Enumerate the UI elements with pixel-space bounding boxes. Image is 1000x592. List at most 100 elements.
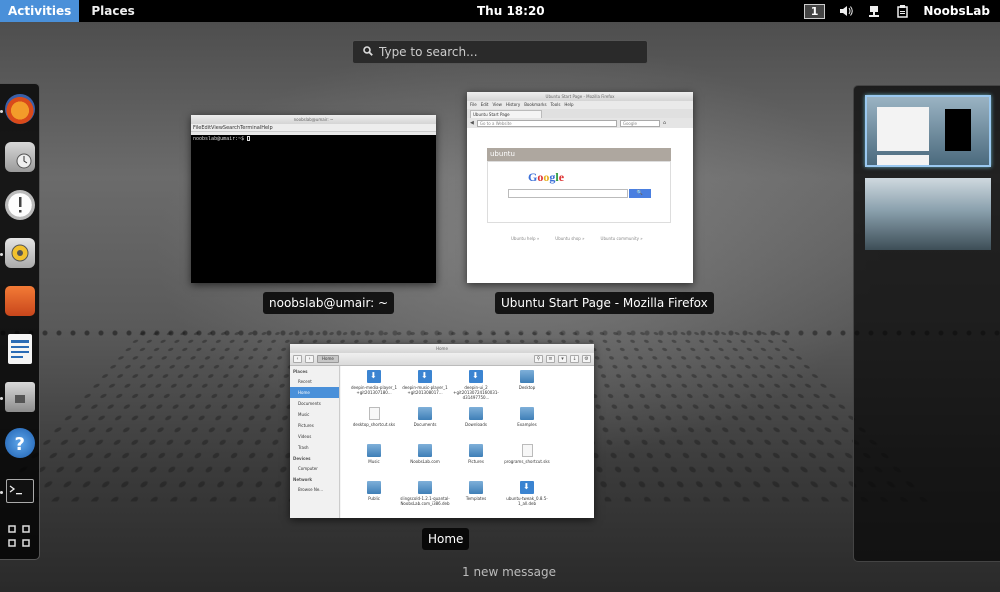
link-community[interactable]: Ubuntu community »	[601, 236, 643, 241]
file-item[interactable]: deepin-music-player_1 +git201308017...	[400, 370, 450, 395]
file-item[interactable]: Templates	[451, 481, 501, 501]
google-search-button[interactable]: 🔍	[629, 189, 651, 198]
terminal-menubar[interactable]: FileEditViewSearchTerminalHelp	[191, 124, 436, 132]
home-icon[interactable]: ⌂	[663, 120, 666, 126]
sidebar-item-videos[interactable]: Videos	[290, 431, 339, 442]
file-label: ubuntu-tweak_0.8.5-1_all.deb	[506, 496, 548, 506]
sidebar-item-computer[interactable]: Computer	[290, 463, 339, 474]
file-item[interactable]: Music	[349, 444, 399, 464]
menu-history[interactable]: History	[506, 101, 520, 109]
file-label: desktop_shortcut.sks	[352, 422, 396, 427]
writer-icon[interactable]	[8, 334, 32, 364]
back-button[interactable]: ‹	[293, 355, 302, 363]
svg-text:?: ?	[15, 434, 25, 455]
firefox-window[interactable]: Ubuntu Start Page - Mozilla Firefox File…	[467, 92, 693, 283]
breadcrumb[interactable]: Home	[317, 355, 339, 363]
folder-icon	[469, 481, 483, 494]
clock[interactable]: Thu 18:20	[477, 4, 545, 18]
audio-player-icon[interactable]	[5, 238, 35, 268]
running-indicator	[0, 491, 3, 494]
sort-icon[interactable]: ▾	[558, 355, 567, 363]
places-menu[interactable]: Places	[91, 4, 134, 18]
terminal-caption[interactable]: noobslab@umair: ~	[263, 292, 395, 314]
menu-edit[interactable]: Edit	[481, 101, 489, 109]
file-item[interactable]: Downloads	[451, 407, 501, 427]
forward-button[interactable]: ›	[305, 355, 314, 363]
dash: ?	[0, 83, 40, 560]
file-item[interactable]: Documents	[400, 407, 450, 427]
file-item[interactable]: programs_shortcut.sks	[502, 444, 552, 464]
file-label: Music	[368, 459, 380, 464]
file-item[interactable]: Public	[349, 481, 399, 501]
back-icon[interactable]: ◀	[470, 120, 474, 126]
firefox-page: ubuntu Google 🔍 Ubuntu help » Ubuntu sho…	[467, 128, 693, 283]
file-item[interactable]: deepin-ui_2 +git20130724160031-d31497750…	[451, 370, 501, 400]
file-item[interactable]: ubuntu-tweak_0.8.5-1_all.deb	[502, 481, 552, 506]
file-item[interactable]: desktop_shortcut.sks	[349, 407, 399, 427]
firefox-icon[interactable]	[5, 94, 35, 124]
file-label: Downloads	[465, 422, 487, 427]
file-label: Pictures	[468, 459, 484, 464]
menu-bookmarks[interactable]: Bookmarks	[524, 101, 546, 109]
terminal-body[interactable]: noobslab@umair:~$	[191, 135, 436, 283]
file-item[interactable]: NoobsLab.com	[400, 444, 450, 464]
file-item[interactable]: Desktop	[502, 370, 552, 390]
file-item[interactable]: deepin-media-player_1 +git201307180...	[349, 370, 399, 395]
view-toggle-icon[interactable]: ≡	[546, 355, 555, 363]
google-input[interactable]	[508, 189, 628, 198]
firefox-caption[interactable]: Ubuntu Start Page - Mozilla Firefox	[495, 292, 714, 314]
file-item[interactable]: Pictures	[451, 444, 501, 464]
sidebar-heading: Places	[293, 369, 308, 374]
link-shop[interactable]: Ubuntu shop »	[555, 236, 584, 241]
menu-help[interactable]: Help	[564, 101, 573, 109]
url-bar[interactable]: Go to a Website	[476, 119, 617, 127]
sidebar-item-home[interactable]: Home	[290, 387, 339, 398]
search-icon[interactable]: ⚲	[534, 355, 543, 363]
sidebar-item-music[interactable]: Music	[290, 409, 339, 420]
search-input[interactable]	[379, 45, 629, 59]
show-apps-icon[interactable]	[5, 522, 35, 552]
files-window[interactable]: Home ‹ › Home ⚲ ≡ ▾ ↓ ⚙ Places Recent Ho…	[290, 344, 594, 518]
ubuntu-links: Ubuntu help » Ubuntu shop » Ubuntu commu…	[511, 236, 643, 241]
mail-icon[interactable]	[5, 142, 35, 172]
search-box[interactable]	[352, 40, 648, 64]
volume-icon[interactable]	[839, 4, 854, 18]
terminal-icon[interactable]	[6, 479, 34, 503]
network-icon[interactable]	[867, 4, 881, 18]
menu-tools[interactable]: Tools	[551, 101, 561, 109]
web-search-field[interactable]: Google	[619, 119, 660, 127]
clipboard-icon[interactable]	[895, 4, 909, 18]
files-grid: deepin-media-player_1 +git201307180... de…	[341, 366, 594, 518]
activities-button[interactable]: Activities	[0, 0, 80, 22]
link-help[interactable]: Ubuntu help »	[511, 236, 539, 241]
gear-icon[interactable]: ⚙	[582, 355, 591, 363]
file-item[interactable]: slingscold-1.2.1-quantal-NoobsLab.com_i3…	[400, 481, 450, 506]
files-icon[interactable]	[5, 382, 35, 412]
sidebar-item-browse-network[interactable]: Browse Ne...	[290, 484, 339, 495]
search-icon	[363, 45, 373, 59]
user-menu[interactable]: NoobsLab	[923, 4, 990, 18]
running-indicator	[0, 253, 3, 256]
chat-icon[interactable]	[5, 190, 35, 220]
sidebar-item-pictures[interactable]: Pictures	[290, 420, 339, 431]
sidebar-item-recent[interactable]: Recent	[290, 376, 339, 387]
terminal-cursor	[247, 136, 251, 141]
terminal-window[interactable]: noobslab@umair: ~ FileEditViewSearchTerm…	[191, 115, 436, 283]
folder-icon	[520, 407, 534, 420]
workspace-thumbnail-2[interactable]	[865, 178, 991, 250]
workspace-thumbnail-1[interactable]	[865, 95, 991, 167]
download-icon[interactable]: ↓	[570, 355, 579, 363]
photo-icon[interactable]	[5, 286, 35, 316]
document-icon	[368, 407, 380, 420]
sidebar-item-trash[interactable]: Trash	[290, 442, 339, 453]
menu-view[interactable]: View	[492, 101, 502, 109]
system-tray: 1 NoobsLab	[803, 0, 1000, 22]
files-caption[interactable]: Home	[422, 528, 470, 550]
workspace-indicator[interactable]: 1	[803, 3, 826, 19]
menu-file[interactable]: File	[470, 101, 477, 109]
sidebar-item-documents[interactable]: Documents	[290, 398, 339, 409]
help-icon[interactable]: ?	[5, 428, 35, 458]
file-item[interactable]: Examples	[502, 407, 552, 427]
google-search-box: Google 🔍	[487, 161, 671, 223]
message-tray-notice[interactable]: 1 new message	[462, 565, 556, 579]
